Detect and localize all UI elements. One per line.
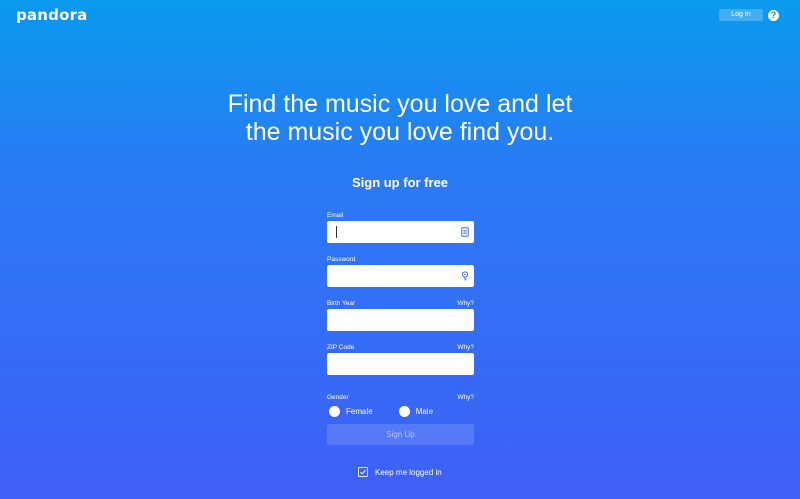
birth-year-field-group: Birth Year Why?	[327, 296, 474, 331]
gender-option-male[interactable]: Male	[397, 405, 434, 417]
female-radio[interactable]	[329, 405, 340, 417]
headline: Find the music you love and let the musi…	[0, 90, 800, 146]
keep-logged-in-checkbox[interactable]	[358, 467, 368, 477]
email-label: Email	[327, 212, 344, 219]
login-button[interactable]: Log In	[719, 9, 763, 21]
text-cursor	[336, 226, 337, 238]
birth-year-input[interactable]	[327, 309, 474, 331]
birth-year-why-link[interactable]: Why?	[457, 300, 474, 307]
male-radio[interactable]	[398, 405, 410, 417]
top-bar: pandora Log In ?	[0, 0, 800, 30]
help-icon[interactable]: ?	[768, 10, 779, 21]
headline-line-2: the music you love find you.	[245, 118, 555, 146]
gender-field-group: Gender Why? Female Male	[327, 390, 474, 418]
password-input[interactable]	[327, 265, 474, 287]
keep-logged-in-row[interactable]: Keep me logged in	[358, 467, 442, 477]
password-field-group: Password	[327, 252, 474, 287]
keep-logged-in-label: Keep me logged in	[375, 467, 442, 477]
pandora-logo[interactable]: pandora	[16, 6, 88, 24]
zip-field-group: ZIP Code Why?	[327, 340, 474, 375]
password-label: Password	[327, 256, 356, 263]
gender-label: Gender	[327, 394, 349, 401]
zip-input[interactable]	[327, 353, 474, 375]
email-field-group: Email	[327, 208, 474, 243]
gender-why-link[interactable]: Why?	[457, 394, 474, 401]
contact-card-icon[interactable]	[461, 227, 469, 237]
female-label: Female	[346, 406, 373, 416]
gender-option-female[interactable]: Female	[327, 405, 373, 417]
signup-form: Email Password Birth Year Why? ZIP Code …	[327, 208, 474, 427]
male-label: Male	[415, 406, 434, 416]
email-input[interactable]	[327, 221, 474, 243]
checkmark-icon	[360, 469, 366, 475]
zip-label: ZIP Code	[327, 344, 355, 351]
signup-button[interactable]: Sign Up	[327, 424, 474, 445]
gender-radio-group: Female Male	[327, 404, 474, 418]
headline-line-1: Find the music you love and let	[227, 90, 573, 118]
zip-why-link[interactable]: Why?	[457, 344, 474, 351]
key-icon[interactable]	[461, 271, 469, 281]
signup-title: Sign up for free	[351, 175, 449, 190]
birth-year-label: Birth Year	[327, 300, 356, 307]
